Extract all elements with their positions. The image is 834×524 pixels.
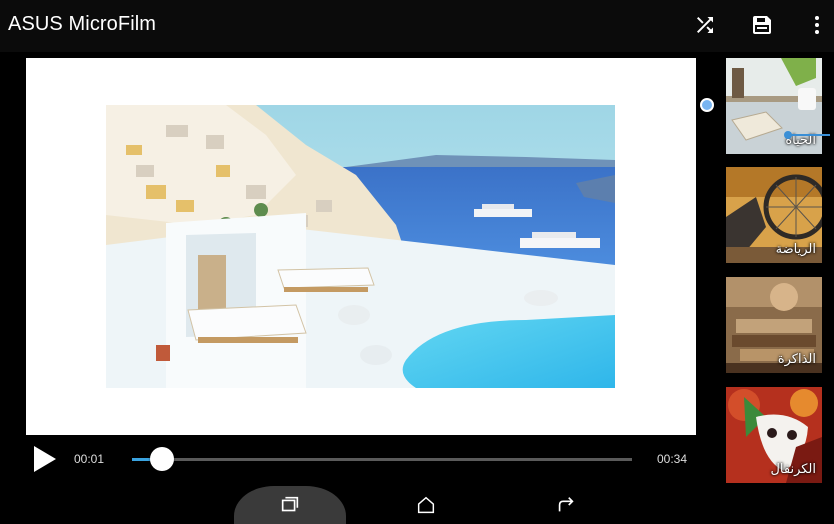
more-vert-icon[interactable] xyxy=(804,12,830,38)
play-icon[interactable] xyxy=(34,446,56,472)
theme-list: الحياة الرياضة الذاكرة الكرنفال xyxy=(700,54,834,486)
seek-bar[interactable] xyxy=(132,447,632,471)
playback-controls: 00:01 00:34 xyxy=(26,436,696,486)
selected-theme-indicator xyxy=(700,98,714,112)
action-bar: ASUS MicroFilm xyxy=(0,0,834,52)
app-title: ASUS MicroFilm xyxy=(8,13,157,35)
current-time: 00:01 xyxy=(74,452,105,466)
theme-label: الكرنفال xyxy=(770,461,816,476)
theme-item-memory[interactable]: الذاكرة xyxy=(726,277,822,373)
preview-image-santorini xyxy=(106,105,615,388)
theme-link-line xyxy=(790,134,830,136)
theme-item-sports[interactable]: الرياضة xyxy=(726,167,822,263)
recent-apps-icon[interactable] xyxy=(234,486,346,524)
theme-label: الذاكرة xyxy=(777,351,816,366)
theme-item-life[interactable]: الحياة xyxy=(726,58,822,154)
theme-label: الرياضة xyxy=(775,241,816,256)
theme-item-carnival[interactable]: الكرنفال xyxy=(726,387,822,483)
total-time: 00:34 xyxy=(657,452,688,466)
back-icon[interactable] xyxy=(540,486,592,524)
seek-thumb[interactable] xyxy=(150,447,174,471)
home-icon[interactable] xyxy=(400,486,452,524)
shuffle-icon[interactable] xyxy=(692,12,718,38)
system-nav-bar xyxy=(0,486,834,524)
video-preview[interactable] xyxy=(26,58,696,435)
save-icon[interactable] xyxy=(749,12,775,38)
